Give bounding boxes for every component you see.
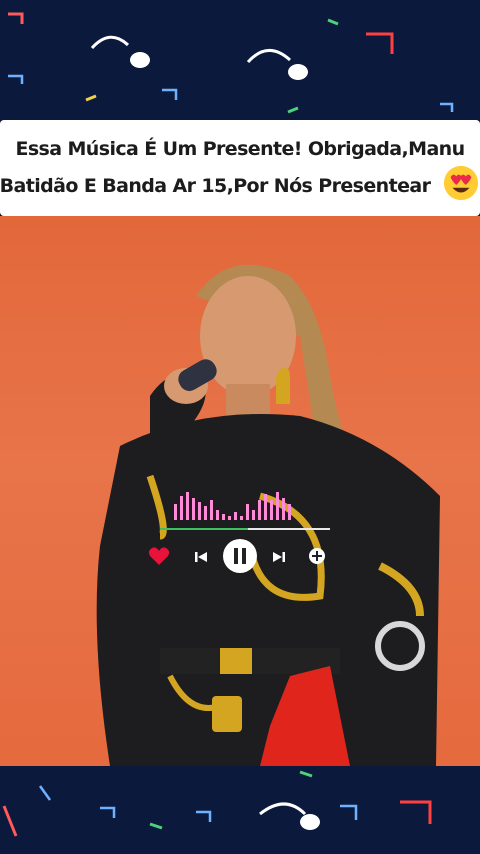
progress-bar[interactable] (160, 528, 330, 530)
heart-eyes-emoji-icon (444, 165, 479, 201)
music-note-icon (90, 35, 130, 50)
music-note-icon (130, 52, 150, 68)
music-note-icon (196, 810, 212, 822)
music-note-icon (259, 802, 307, 816)
music-player-overlay (148, 486, 338, 586)
music-note-icon (246, 49, 292, 64)
music-note-icon (340, 804, 358, 820)
previous-icon[interactable] (194, 550, 208, 564)
music-note-icon (327, 18, 339, 26)
bottom-music-note-band (0, 766, 480, 854)
pause-icon[interactable] (222, 538, 258, 574)
music-note-icon (162, 88, 178, 100)
add-icon[interactable] (308, 547, 326, 565)
music-note-icon (2, 805, 18, 837)
music-note-icon (440, 102, 454, 112)
music-note-icon (149, 822, 163, 830)
audio-waveform (174, 492, 291, 520)
music-note-icon (299, 770, 313, 778)
music-note-icon (287, 106, 299, 114)
music-notes-pattern-top (8, 12, 454, 114)
progress-fill (160, 528, 249, 530)
caption-card: Essa Música É Um Presente! Obrigada,Manu… (0, 120, 480, 216)
video-frame[interactable] (0, 216, 480, 766)
music-note-icon (400, 800, 432, 824)
next-icon[interactable] (272, 550, 286, 564)
music-note-icon (8, 12, 24, 24)
top-music-note-band (0, 0, 480, 120)
music-note-icon (100, 806, 116, 818)
caption-line-2-text: Batidão E Banda Ar 15,Por Nós Presentear (0, 175, 431, 197)
music-note-icon (8, 74, 24, 84)
music-note-icon (288, 64, 308, 80)
music-note-icon (366, 32, 394, 54)
music-note-icon (38, 785, 52, 801)
music-note-icon (85, 94, 97, 102)
caption-line-2: Batidão E Banda Ar 15,Por Nós Presentear (0, 164, 480, 202)
music-notes-pattern-bottom (2, 770, 432, 837)
music-note-icon (300, 814, 320, 830)
heart-icon[interactable] (148, 546, 170, 566)
caption-line-1: Essa Música É Um Presente! Obrigada,Manu (15, 138, 465, 160)
